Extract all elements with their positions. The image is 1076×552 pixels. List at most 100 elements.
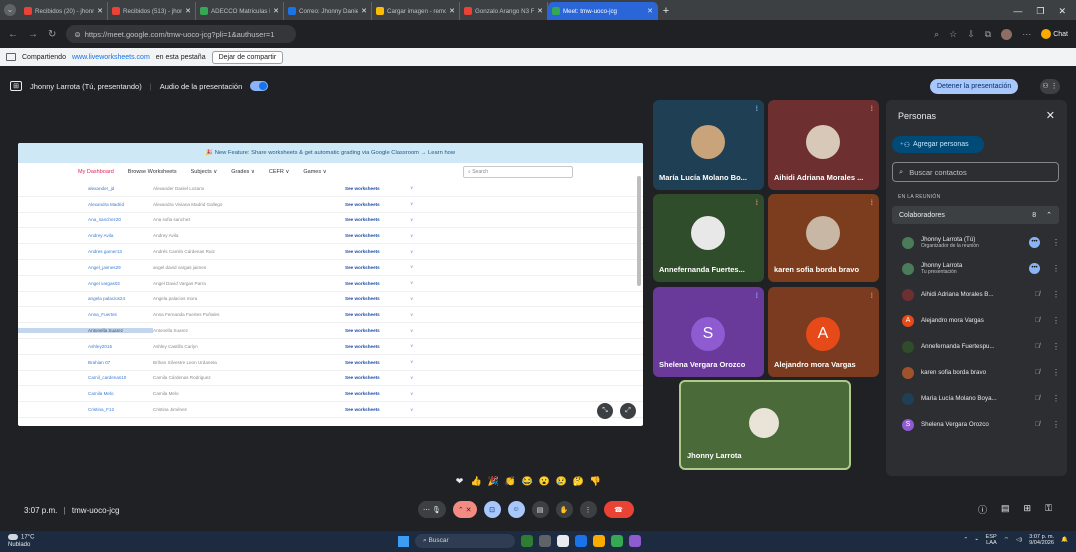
app-icon[interactable]: [629, 535, 641, 547]
participant-menu-icon[interactable]: ⋮: [1052, 238, 1060, 247]
close-tab-icon[interactable]: ✕: [273, 7, 279, 15]
tab-search-button[interactable]: ⌄: [0, 0, 20, 20]
host-controls-icon[interactable]: ⚿: [1045, 503, 1052, 516]
file-explorer-icon[interactable]: [593, 535, 605, 547]
chevron-down-icon[interactable]: ∨: [410, 280, 413, 286]
participant-tile[interactable]: ⁞ María Lucía Molano Bo...: [653, 100, 764, 190]
chevron-down-icon[interactable]: ∨: [410, 249, 413, 255]
participant-menu-icon[interactable]: ⋮: [1052, 264, 1060, 273]
emoji-button[interactable]: ☺: [507, 501, 525, 518]
chevron-down-icon[interactable]: ∨: [410, 343, 413, 349]
participant-menu-icon[interactable]: ⋮: [1052, 342, 1060, 351]
participant-row[interactable]: Aihidi Adriana Morales B... 🎙̸ ⋮: [902, 282, 1060, 307]
task-view-icon[interactable]: [539, 535, 551, 547]
collaborators-group-header[interactable]: Colaboradores 8 ⌃: [892, 206, 1059, 224]
nav-games[interactable]: Games ∨: [303, 169, 326, 175]
close-panel-icon[interactable]: ✕: [1046, 109, 1055, 122]
browser-tab[interactable]: ADECCO Matriculas Ingles 1 SENA✕: [196, 2, 284, 20]
see-worksheets-link[interactable]: See worksheets: [345, 265, 410, 270]
chevron-down-icon[interactable]: ∨: [410, 264, 413, 270]
reaction-emoji[interactable]: 🤔: [572, 475, 585, 488]
see-worksheets-link[interactable]: See worksheets: [345, 233, 410, 238]
chevron-down-icon[interactable]: ∨: [410, 359, 413, 365]
participant-tile[interactable]: ⁞ karen sofia borda bravo: [768, 194, 879, 282]
captions-button[interactable]: ▤: [531, 501, 549, 518]
battery-icon[interactable]: ⌁: [975, 537, 978, 543]
student-username[interactable]: Alexandra Madrid: [18, 202, 153, 207]
reload-icon[interactable]: ↻: [48, 29, 56, 40]
student-username[interactable]: Andres gamer13: [18, 249, 153, 254]
see-worksheets-link[interactable]: See worksheets: [345, 281, 410, 286]
student-username[interactable]: Anna_Fuertes: [18, 312, 153, 317]
student-username[interactable]: Antonella Suarez: [18, 328, 153, 334]
student-username[interactable]: Cristina_F12: [18, 407, 153, 412]
download-icon[interactable]: ⇩: [967, 29, 975, 40]
weather-widget[interactable]: 17°C Nublado: [8, 534, 34, 549]
chevron-down-icon[interactable]: ∨: [410, 407, 413, 413]
more-menu-icon[interactable]: ⋯: [1022, 29, 1031, 40]
chevron-down-icon[interactable]: ∨: [410, 375, 413, 381]
nav-subjects[interactable]: Subjects ∨: [191, 169, 218, 175]
chevron-down-icon[interactable]: ∨: [410, 391, 413, 397]
chevron-down-icon[interactable]: ∨: [410, 201, 413, 207]
reaction-emoji[interactable]: 😂: [521, 475, 534, 488]
see-worksheets-link[interactable]: See worksheets: [345, 407, 410, 412]
worksheet-search-input[interactable]: ⌕ Search: [463, 166, 573, 178]
student-username[interactable]: Camila Melo: [18, 391, 153, 396]
participant-tile[interactable]: ⁞ Annefernanda Fuertes...: [653, 194, 764, 282]
mic-off-icon[interactable]: 🎙̸: [1035, 343, 1040, 350]
chrome-icon[interactable]: [557, 535, 569, 547]
shrink-icon[interactable]: ⤡: [597, 403, 613, 419]
raise-hand-button[interactable]: ✋: [555, 501, 573, 518]
nav-dashboard[interactable]: My Dashboard: [78, 169, 114, 175]
mic-off-icon[interactable]: 🎙̸: [1035, 291, 1040, 298]
close-tab-icon[interactable]: ✕: [449, 7, 455, 15]
system-clock[interactable]: 3:07 p. m. 9/04/2026: [1029, 534, 1054, 546]
url-input[interactable]: ⊜ https://meet.google.com/tmw-uoco-jcg?p…: [66, 25, 297, 43]
bookmark-star-icon[interactable]: ☆: [949, 29, 957, 40]
info-icon[interactable]: ⓘ: [978, 503, 987, 516]
mic-off-icon[interactable]: 🎙̸: [1035, 317, 1040, 324]
student-username[interactable]: Angel vargas02: [18, 281, 153, 286]
participant-menu-icon[interactable]: ⋮: [1052, 420, 1060, 429]
stop-presentation-button[interactable]: Detener la presentación: [930, 79, 1019, 94]
chevron-down-icon[interactable]: ∨: [410, 296, 413, 302]
edge-icon[interactable]: [575, 535, 587, 547]
student-username[interactable]: Brahian 07: [18, 360, 153, 365]
student-username[interactable]: Ana_sanchez20: [18, 217, 153, 222]
presentation-audio-toggle[interactable]: [250, 81, 269, 91]
language-indicator[interactable]: ESP LAA: [986, 534, 997, 546]
browser-tab[interactable]: Correo: Jhonny Daniel Larrota Re...✕: [284, 2, 372, 20]
nav-grades[interactable]: Grades ∨: [231, 169, 255, 175]
reaction-emoji[interactable]: 👎: [589, 475, 602, 488]
windows-start-icon[interactable]: [398, 535, 409, 547]
volume-icon[interactable]: ◁): [1016, 537, 1022, 543]
student-username[interactable]: angela palacios24: [18, 296, 153, 301]
chevron-down-icon[interactable]: ∨: [410, 185, 413, 191]
participant-row[interactable]: S Shelena Vergara Orozco 🎙̸ ⋮: [902, 412, 1060, 437]
add-people-button[interactable]: ⁺⚇ Agregar personas: [892, 136, 984, 153]
reaction-emoji[interactable]: ❤: [453, 475, 466, 488]
see-worksheets-link[interactable]: See worksheets: [345, 202, 410, 207]
participant-row[interactable]: Jhonny Larrota Tu presentación ••• ⋮: [902, 256, 1060, 281]
expand-icon[interactable]: ⤢: [620, 403, 636, 419]
reaction-emoji[interactable]: 👏: [504, 475, 517, 488]
chat-button[interactable]: Chat: [1041, 29, 1068, 39]
participant-menu-icon[interactable]: ⋮: [1052, 368, 1060, 377]
close-tab-icon[interactable]: ✕: [537, 7, 543, 15]
contact-search-input[interactable]: ⌕ Buscar contactos: [892, 162, 1059, 182]
reaction-emoji[interactable]: 👍: [470, 475, 483, 488]
reaction-emoji[interactable]: 🎉: [487, 475, 500, 488]
new-tab-button[interactable]: +: [658, 2, 674, 20]
participant-menu-icon[interactable]: ⋮: [1052, 394, 1060, 403]
worksheet-scrollbar[interactable]: [637, 176, 641, 286]
camera-off-button[interactable]: ⌃ ✕: [452, 501, 477, 518]
see-worksheets-link[interactable]: See worksheets: [345, 249, 410, 254]
mic-off-icon[interactable]: 🎙̸: [1035, 421, 1040, 428]
participant-menu-icon[interactable]: ⋮: [1052, 290, 1060, 299]
leave-call-button[interactable]: ☎: [603, 501, 634, 518]
activities-icon[interactable]: ⊞: [1024, 503, 1032, 516]
see-worksheets-link[interactable]: See worksheets: [345, 296, 410, 301]
participant-menu-icon[interactable]: ⋮: [1052, 316, 1060, 325]
participant-row[interactable]: María Lucía Molano Boya... 🎙̸ ⋮: [902, 386, 1060, 411]
